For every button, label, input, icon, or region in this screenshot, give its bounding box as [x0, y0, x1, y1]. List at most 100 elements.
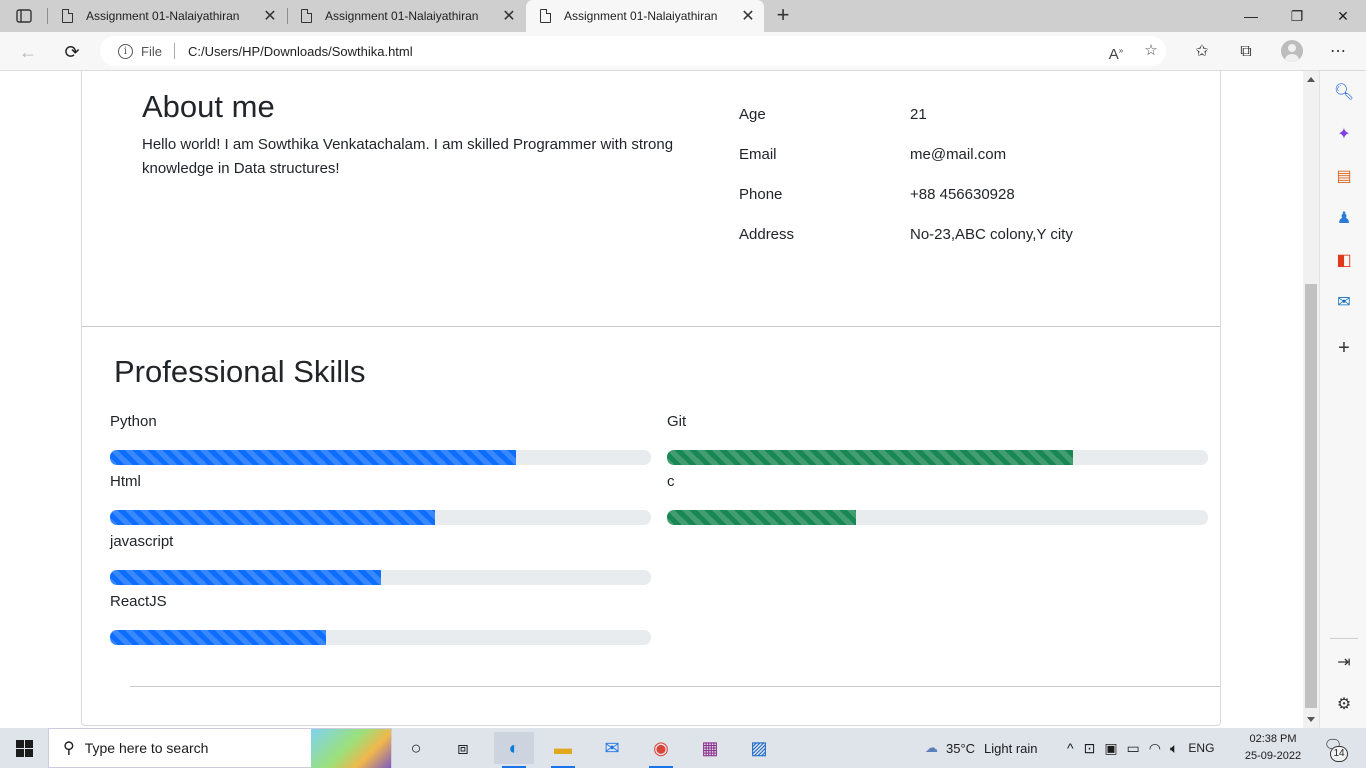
settings-gear-icon[interactable]: ⚙ — [1330, 691, 1358, 719]
add-favorite-icon[interactable]: ☆ — [1137, 36, 1165, 66]
progress-html — [110, 510, 651, 525]
tab-3-active[interactable]: Assignment 01-Nalaiyathiran ✕ — [526, 0, 764, 32]
favorites-icon[interactable]: ✩ — [1188, 38, 1216, 66]
close-tab-icon[interactable]: ✕ — [497, 6, 521, 26]
collections-icon[interactable]: ⧉ — [1232, 38, 1260, 66]
weather-widget[interactable]: ☁ 35°C Light rain — [925, 728, 1038, 768]
hide-sidebar-icon[interactable]: ⇥ — [1330, 649, 1358, 677]
info-value: No-23,ABC colony,Y city — [910, 226, 1073, 243]
weather-text: Light rain — [984, 740, 1038, 756]
info-label: Address — [739, 226, 795, 243]
section-divider — [82, 326, 1220, 327]
skill-label-javascript: javascript — [110, 533, 174, 550]
windows-logo-icon — [15, 739, 33, 757]
info-value: 21 — [910, 106, 927, 123]
page-icon — [301, 9, 312, 23]
close-tab-icon[interactable]: ✕ — [736, 6, 760, 26]
skill-label-python: Python — [110, 413, 157, 430]
profile-avatar[interactable] — [1281, 40, 1303, 62]
tab-1[interactable]: Assignment 01-Nalaiyathiran ✕ — [48, 0, 286, 32]
system-tray: ^ ⊡ ▣ ▭ ◠ 🔈︎ ENG — [1067, 728, 1214, 768]
url-bar[interactable]: i File C:/Users/HP/Downloads/Sowthika.ht… — [100, 36, 1166, 66]
show-hidden-icons-chevron-icon[interactable]: ^ — [1067, 740, 1074, 756]
search-icon[interactable]: 🔍︎ — [1330, 79, 1358, 107]
progress-bar-git — [667, 450, 1073, 465]
notification-count-badge: 14 — [1330, 746, 1348, 762]
close-tab-icon[interactable]: ✕ — [258, 6, 282, 26]
progress-bar-python — [110, 450, 516, 465]
more-options-icon[interactable]: ⋯ — [1324, 38, 1352, 66]
progress-javascript — [110, 570, 651, 585]
clock-time: 02:38 PM — [1249, 733, 1297, 745]
progress-python — [110, 450, 651, 465]
clock[interactable]: 02:38 PM 25-09-2022 — [1242, 731, 1304, 765]
battery-icon[interactable]: ▭ — [1127, 740, 1140, 757]
display-icon[interactable]: ▣ — [1104, 740, 1117, 757]
progress-bar-c — [667, 510, 857, 525]
vertical-scrollbar[interactable] — [1303, 71, 1319, 728]
mail-icon[interactable]: ✉ — [592, 732, 632, 764]
skill-label-c: c — [667, 473, 675, 490]
tab-2[interactable]: Assignment 01-Nalaiyathiran ✕ — [287, 0, 525, 32]
footer-divider — [130, 686, 1220, 687]
office-icon[interactable]: ◧ — [1330, 247, 1358, 275]
search-placeholder: Type here to search — [84, 740, 209, 756]
info-label: Phone — [739, 186, 783, 203]
scroll-up-icon[interactable] — [1307, 77, 1315, 82]
page-icon — [62, 9, 73, 23]
tab-actions-button[interactable] — [8, 4, 40, 28]
page-viewport: About me Hello world! I am Sowthika Venk… — [0, 71, 1303, 728]
info-icon[interactable]: i — [118, 43, 133, 59]
info-label: Age — [739, 106, 766, 123]
new-tab-button[interactable]: + — [770, 3, 796, 29]
file-label: File — [141, 43, 162, 59]
tab-title: Assignment 01-Nalaiyathiran — [564, 9, 718, 23]
taskbar-search[interactable]: ⚲ Type here to search — [48, 728, 392, 768]
search-highlight-image — [311, 729, 391, 768]
shopping-icon[interactable]: ▤ — [1330, 163, 1358, 191]
file-explorer-icon[interactable]: ▬ — [543, 732, 583, 768]
winrar-icon[interactable]: ▦ — [690, 732, 730, 764]
progress-bar-html — [110, 510, 435, 525]
clock-date: 25-09-2022 — [1244, 750, 1302, 762]
start-button[interactable] — [0, 728, 48, 768]
wifi-icon[interactable]: ◠ — [1149, 740, 1161, 757]
edge-browser-icon[interactable]: ◐ — [494, 732, 534, 768]
close-window-button[interactable]: ✕ — [1320, 0, 1366, 32]
skill-label-git: Git — [667, 413, 687, 430]
scroll-down-icon[interactable] — [1307, 717, 1315, 722]
search-icon: ⚲ — [63, 740, 75, 757]
skill-label-html: Html — [110, 473, 141, 490]
chrome-icon[interactable]: ◉ — [641, 732, 681, 768]
progress-bar-javascript — [110, 570, 381, 585]
outlook-icon[interactable]: ✉ — [1330, 289, 1358, 317]
info-value: me@mail.com — [910, 146, 1007, 163]
taskbar: ⚲ Type here to search ○ ⧈ ◐ ▬ ✉ ◉ ▦ ▨ ☁ … — [0, 728, 1366, 768]
language-indicator[interactable]: ENG — [1188, 741, 1214, 755]
info-label: Email — [739, 146, 777, 163]
refresh-button[interactable]: ⟳ — [58, 38, 86, 66]
task-view-icon[interactable]: ⧈ — [443, 732, 483, 764]
progress-bar-reactjs — [110, 630, 327, 645]
add-sidebar-icon[interactable]: + — [1330, 334, 1358, 362]
about-text: Hello world! I am Sowthika Venkatachalam… — [142, 136, 674, 177]
url-separator — [173, 43, 175, 59]
scroll-thumb[interactable] — [1305, 284, 1317, 708]
progress-git — [667, 450, 1208, 465]
edge-sidebar: 🔍︎ ✦ ▤ ♟ ◧ ✉ + ⇥ ⚙ — [1319, 71, 1366, 728]
games-icon[interactable]: ♟ — [1330, 205, 1358, 233]
discover-icon[interactable]: ✦ — [1330, 121, 1358, 149]
restore-button[interactable]: ❐ — [1274, 0, 1320, 32]
skills-title: Professional Skills — [114, 354, 366, 389]
read-aloud-icon[interactable]: A» — [1102, 36, 1130, 66]
volume-icon[interactable]: 🔈︎ — [1170, 740, 1178, 757]
photos-icon[interactable]: ▨ — [739, 732, 779, 764]
tab-strip: Assignment 01-Nalaiyathiran ✕ Assignment… — [0, 0, 1366, 32]
about-title: About me — [142, 89, 275, 124]
meet-now-icon[interactable]: ⊡ — [1084, 740, 1096, 757]
address-bar: ← ⟳ i File C:/Users/HP/Downloads/Sowthik… — [0, 32, 1366, 71]
back-button[interactable]: ← — [14, 38, 42, 66]
minimize-button[interactable]: — — [1228, 0, 1274, 32]
url-text[interactable]: C:/Users/HP/Downloads/Sowthika.html — [188, 44, 413, 59]
cortana-icon[interactable]: ○ — [396, 732, 436, 764]
